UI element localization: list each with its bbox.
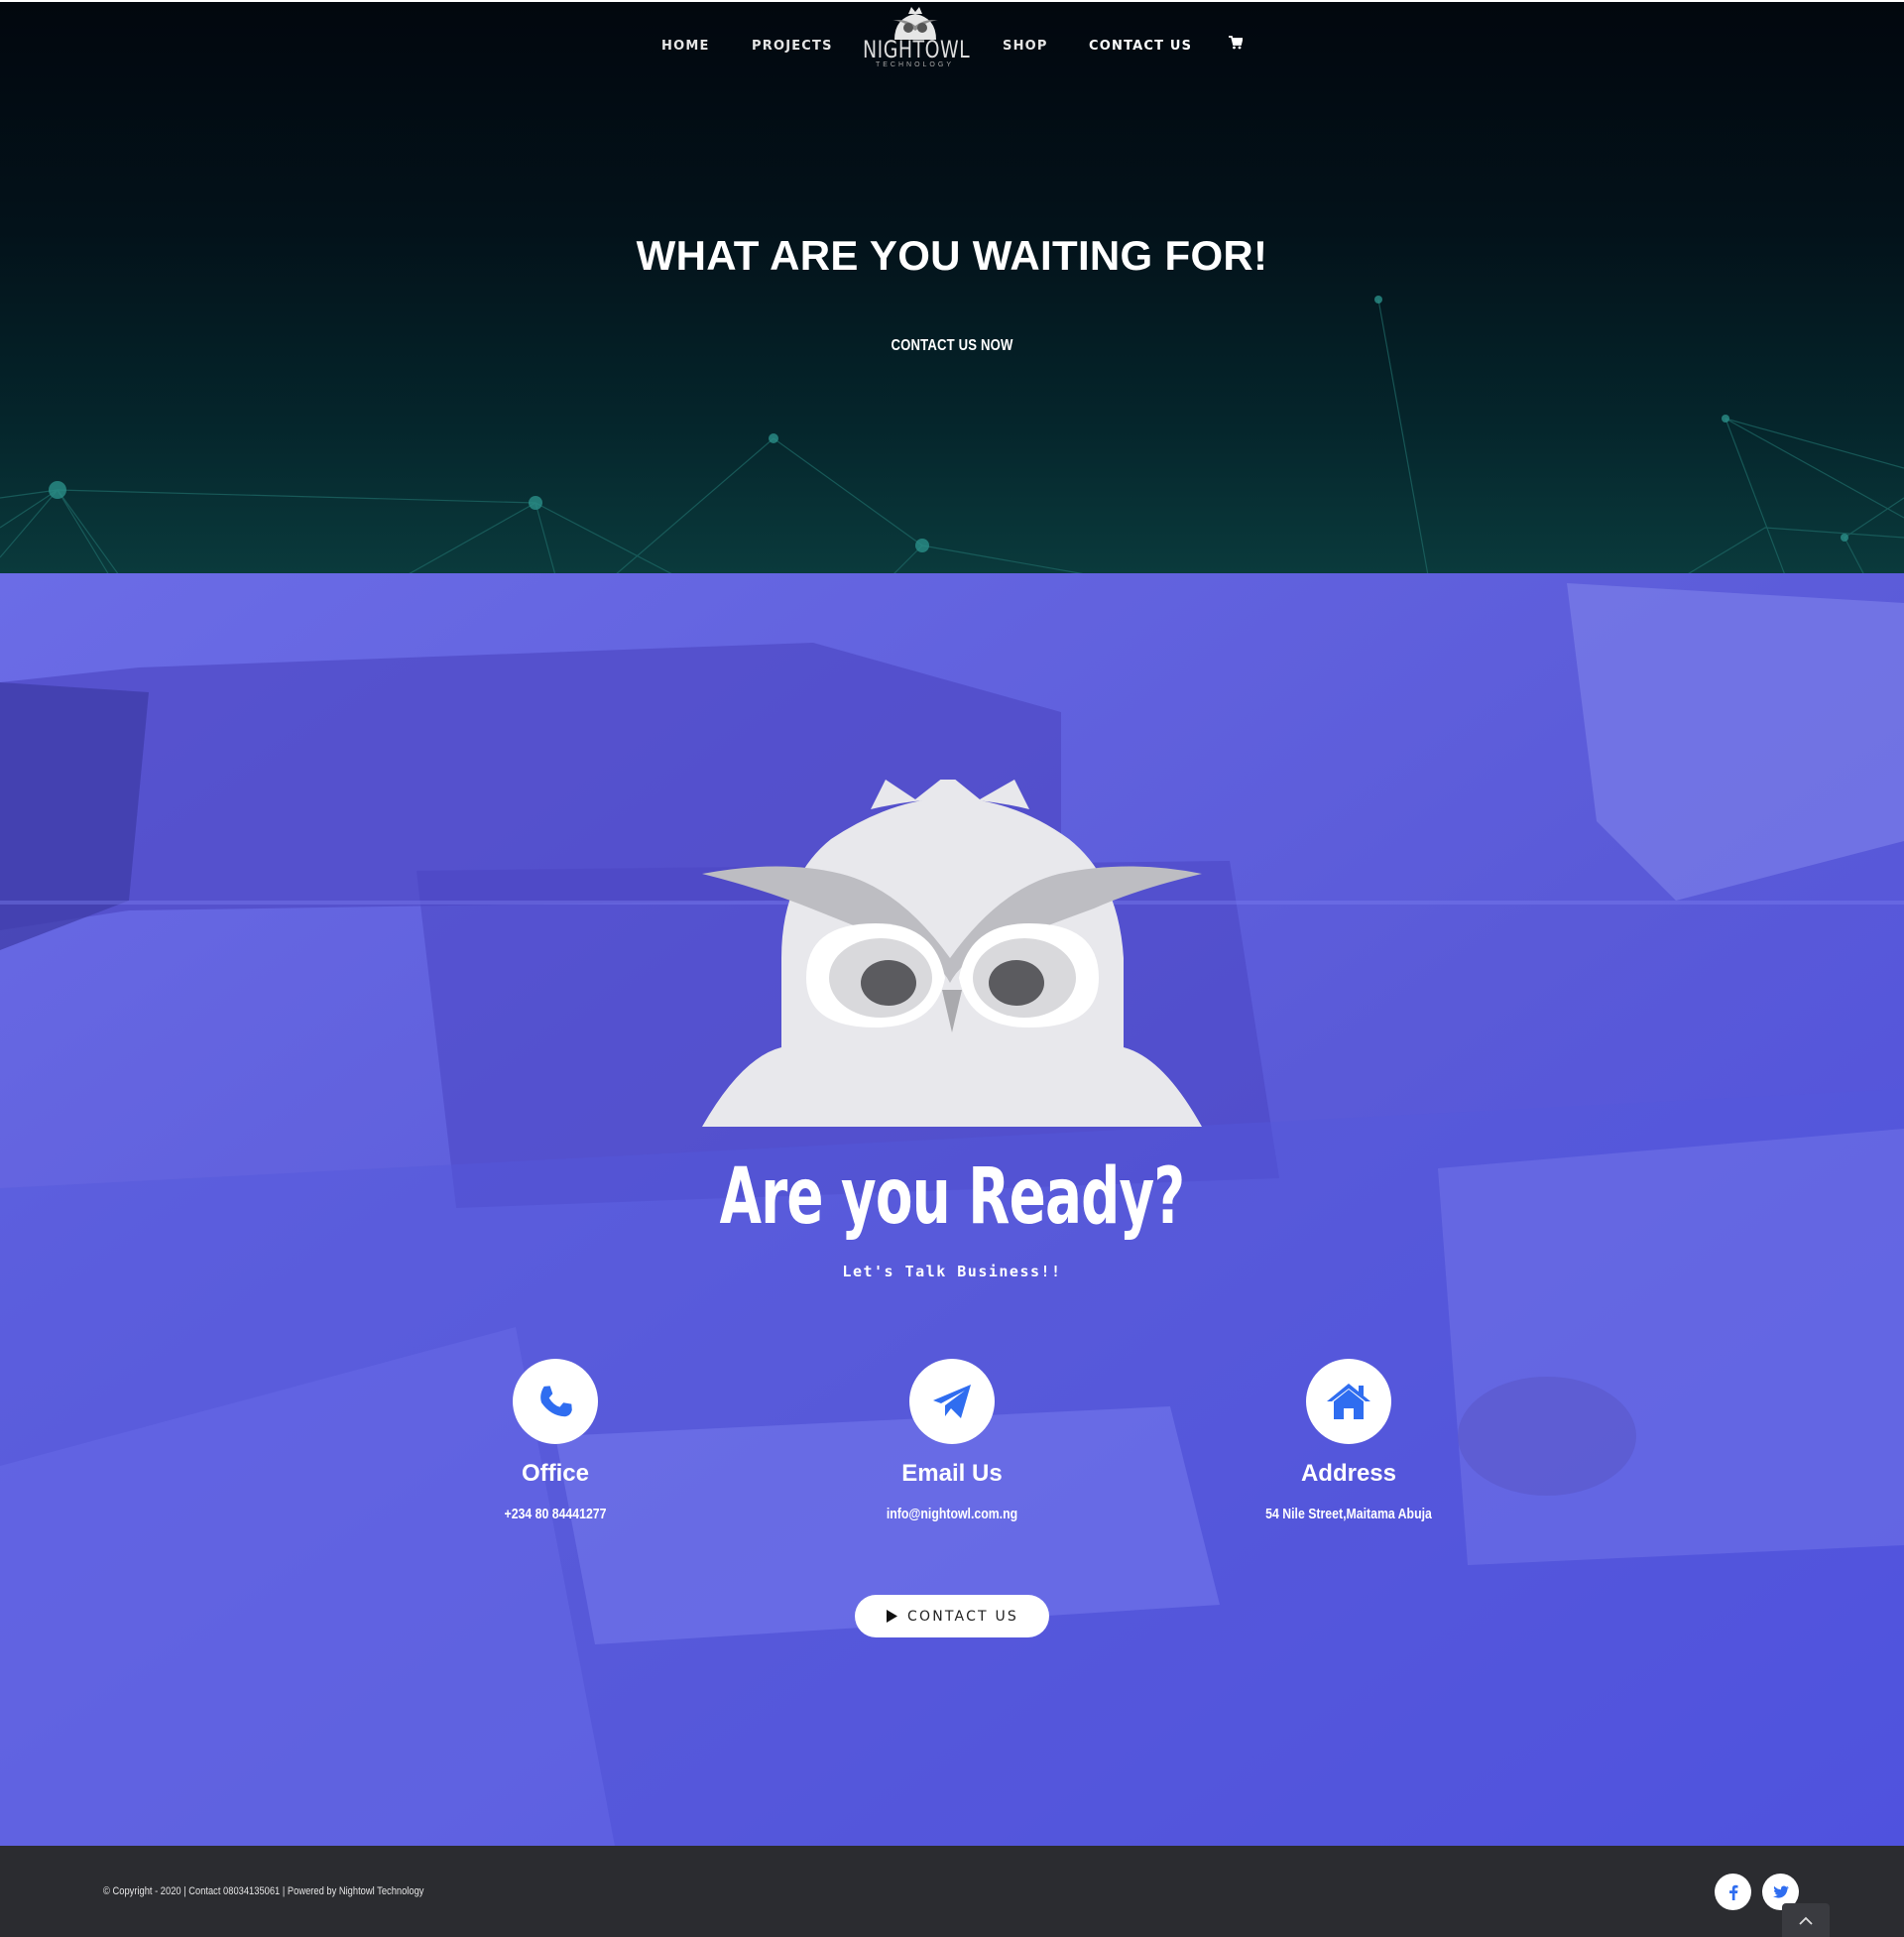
chevron-up-icon[interactable] (1782, 1903, 1830, 1937)
address-heading: Address (1300, 1460, 1397, 1487)
owl-mascot-icon (702, 780, 1202, 1127)
ready-section: Are you Ready? Let's Talk Business!! Off… (0, 573, 1904, 1846)
contact-us-button-label: CONTACT US (907, 1608, 1018, 1625)
email-card: Email Us info@nightowl.com.ng (803, 1359, 1101, 1522)
copyright-text: © Copyright - 2020 | Contact 08034135061… (103, 1885, 424, 1897)
ready-title: Are you Ready? (719, 1152, 1186, 1242)
ready-subtitle: Let's Talk Business!! (842, 1263, 1062, 1280)
facebook-icon[interactable] (1715, 1874, 1751, 1910)
nav-shop[interactable]: SHOP (1003, 39, 1048, 54)
paper-plane-icon[interactable] (909, 1359, 995, 1444)
logo-wordmark: NIGHTOWL (863, 36, 971, 63)
hero-section: HOME PROJECTS NIGHTOWL TECHNOLOGY SHOP C… (0, 0, 1904, 573)
office-card: Office +234 80 84441277 (407, 1359, 704, 1522)
street-address: 54 Nile Street,Maitama Abuja (1265, 1506, 1432, 1522)
nightowl-logo[interactable]: NIGHTOWL TECHNOLOGY (863, 4, 971, 81)
nav-contact-us[interactable]: CONTACT US (1089, 39, 1192, 54)
contact-us-button[interactable]: CONTACT US (855, 1595, 1049, 1637)
footer: © Copyright - 2020 | Contact 08034135061… (0, 1846, 1904, 1937)
address-card: Address 54 Nile Street,Maitama Abuja (1200, 1359, 1497, 1522)
shopping-cart-icon[interactable] (1229, 36, 1245, 52)
phone-icon[interactable] (513, 1359, 598, 1444)
email-heading: Email Us (901, 1460, 1003, 1487)
play-icon (887, 1610, 897, 1623)
nav-home[interactable]: HOME (661, 39, 710, 54)
home-icon[interactable] (1306, 1359, 1391, 1444)
main-nav: HOME PROJECTS NIGHTOWL TECHNOLOGY SHOP C… (0, 2, 1904, 91)
hero-title: WHAT ARE YOU WAITING FOR! (636, 232, 1268, 279)
contact-us-now-link[interactable]: CONTACT US NOW (172, 337, 1732, 355)
nav-projects[interactable]: PROJECTS (752, 39, 833, 54)
email-address[interactable]: info@nightowl.com.ng (830, 1506, 1074, 1522)
office-phone[interactable]: +234 80 84441277 (433, 1506, 677, 1522)
office-heading: Office (521, 1460, 589, 1487)
